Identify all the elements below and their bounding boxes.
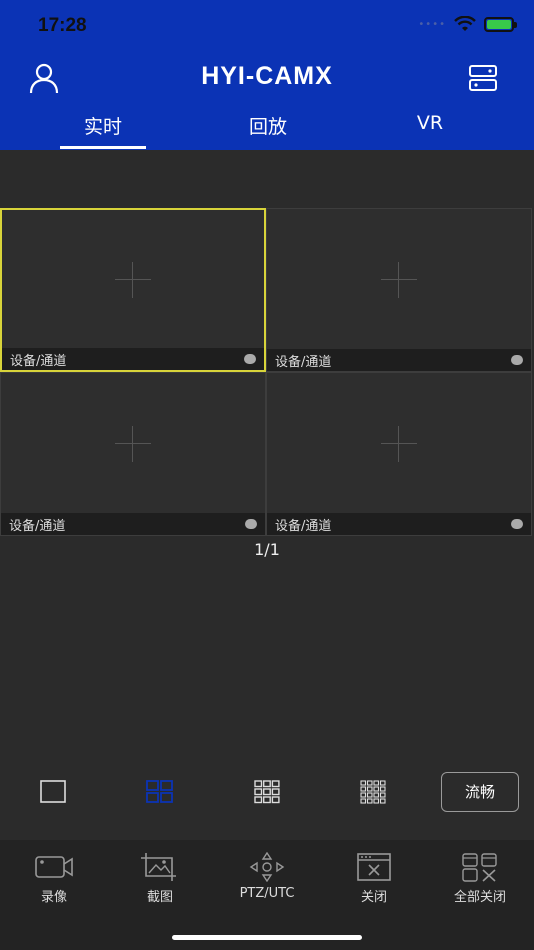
battery-charging-icon [484, 16, 517, 32]
add-channel-icon[interactable] [381, 262, 417, 299]
add-channel-icon[interactable] [115, 426, 151, 463]
bottom-toolbar: 录像 截图 PTZ/UTC 关闭 全部关闭 [0, 840, 534, 950]
close-all-label: 全部关闭 [453, 890, 506, 905]
status-time: 17:28 [38, 15, 87, 36]
add-channel-icon[interactable] [115, 262, 151, 299]
video-cell[interactable]: 设备/通道 [266, 208, 532, 372]
record-button[interactable]: 录像 [4, 852, 104, 905]
tab-playback[interactable]: 回放 [218, 112, 318, 139]
app-header: 17:28 •••• HYI-CAMX 实时 回放 VR [0, 0, 534, 150]
tab-vr[interactable]: VR [380, 112, 480, 134]
home-indicator[interactable] [172, 935, 362, 940]
cell-label: 设备/通道 [9, 518, 66, 534]
cell-label: 设备/通道 [275, 354, 332, 370]
ptz-button[interactable]: PTZ/UTC [217, 852, 317, 901]
record-label: 录像 [40, 890, 67, 905]
sixteen-view-icon[interactable] [360, 780, 386, 804]
quad-view-icon[interactable] [146, 780, 174, 804]
video-cell[interactable]: 设备/通道 [0, 372, 266, 536]
cell-label: 设备/通道 [275, 518, 332, 534]
status-dot-icon [245, 519, 257, 529]
stream-quality-button[interactable]: 流畅 [441, 772, 519, 812]
nine-view-icon[interactable] [254, 780, 280, 804]
page-indicator: 1/1 [254, 540, 280, 559]
video-cell[interactable]: 设备/通道 [0, 208, 266, 372]
cell-footer: 设备/通道 [267, 513, 531, 535]
server-list-icon[interactable] [468, 64, 498, 92]
tab-live[interactable]: 实时 [53, 112, 153, 139]
single-view-icon[interactable] [40, 780, 66, 804]
status-icons: •••• [418, 16, 517, 32]
video-cell[interactable]: 设备/通道 [266, 372, 532, 536]
ptz-label: PTZ/UTC [239, 886, 295, 901]
layout-selector: 流畅 [0, 770, 534, 816]
status-dot-icon [511, 519, 523, 529]
record-camera-icon [35, 856, 73, 878]
cell-footer: 设备/通道 [267, 349, 531, 371]
cell-footer: 设备/通道 [2, 348, 264, 370]
status-dot-icon [244, 354, 256, 364]
video-grid: 设备/通道 设备/通道 设备/通道 设备/通道 [0, 208, 534, 538]
active-tab-indicator [60, 146, 146, 149]
close-all-button[interactable]: 全部关闭 [430, 852, 530, 905]
app-title: HYI-CAMX [201, 62, 333, 90]
screenshot-label: 截图 [146, 890, 173, 905]
cell-footer: 设备/通道 [1, 513, 265, 535]
screenshot-button[interactable]: 截图 [110, 852, 210, 905]
signal-dots-icon: •••• [418, 18, 446, 30]
close-window-icon [357, 853, 391, 881]
add-channel-icon[interactable] [381, 426, 417, 463]
ptz-control-icon [249, 852, 285, 882]
tab-bar: 实时 回放 VR [0, 112, 534, 150]
close-label: 关闭 [360, 890, 387, 905]
status-dot-icon [511, 355, 523, 365]
screenshot-icon [141, 853, 176, 881]
close-all-icon [462, 853, 497, 882]
close-button[interactable]: 关闭 [324, 852, 424, 905]
wifi-icon [454, 16, 476, 31]
cell-label: 设备/通道 [10, 353, 67, 369]
